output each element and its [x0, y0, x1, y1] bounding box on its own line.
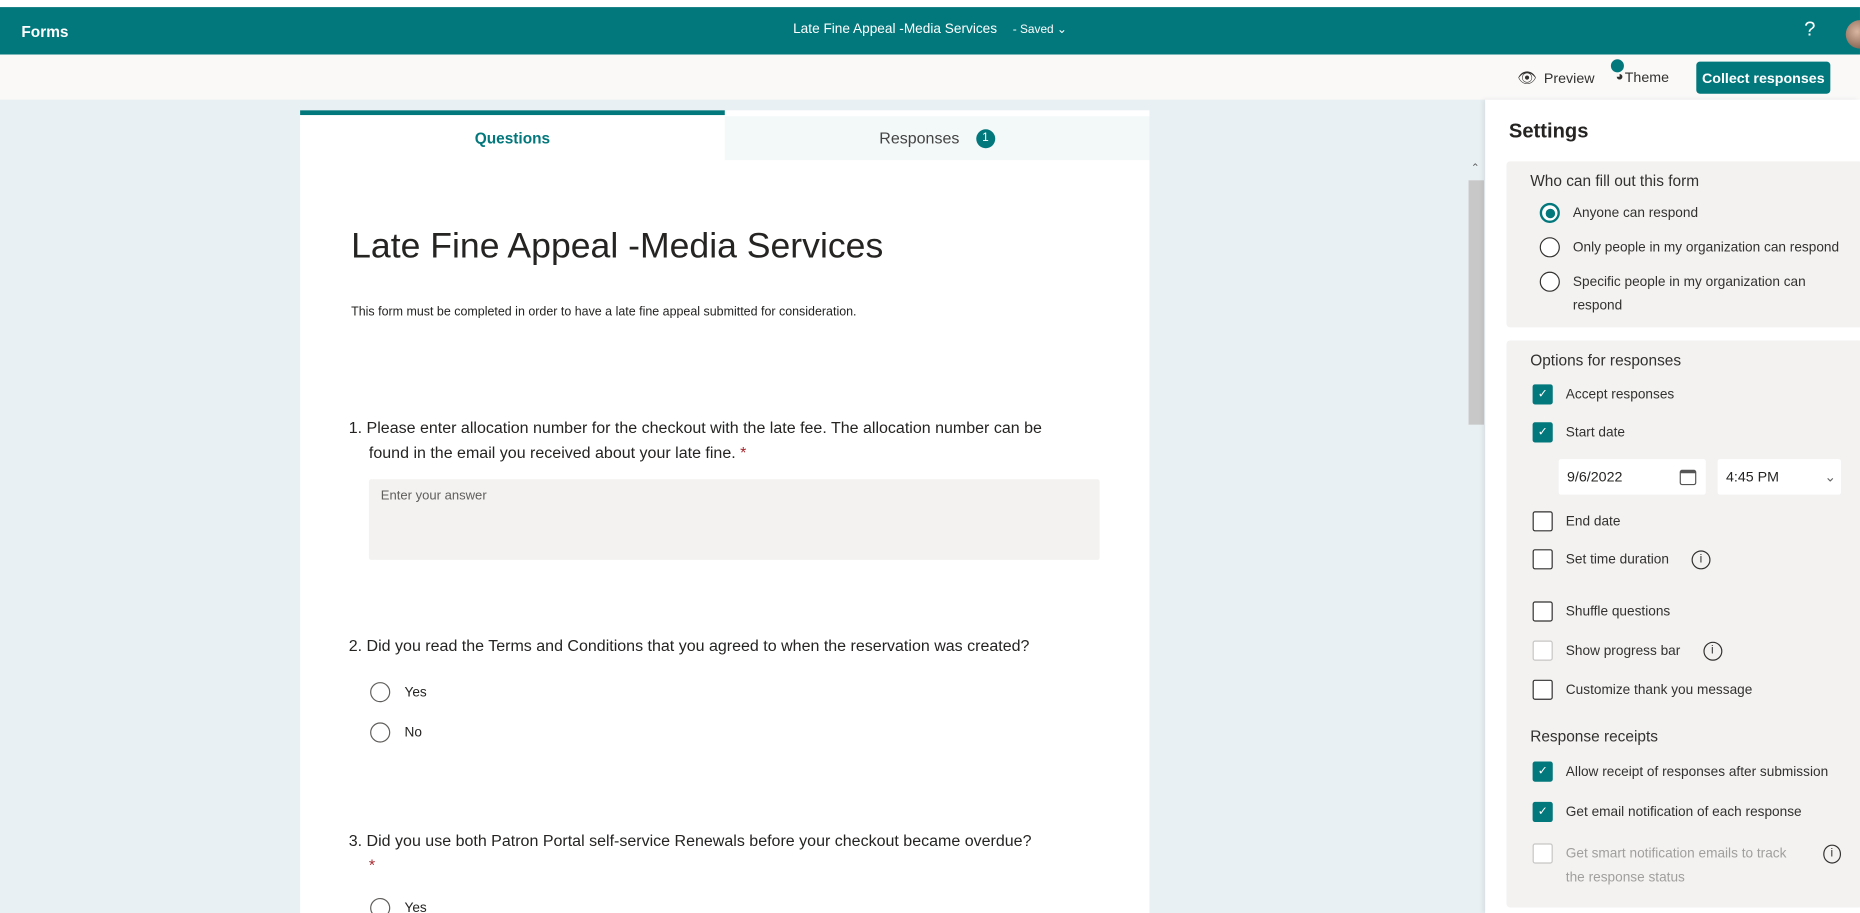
- end-date-option[interactable]: End date: [1532, 510, 1621, 534]
- email-notification-option[interactable]: ✓ Get email notification of each response: [1532, 801, 1802, 825]
- scrollbar-thumb[interactable]: [1468, 180, 1484, 425]
- start-date-input[interactable]: 9/6/2022: [1558, 459, 1706, 495]
- theme-button[interactable]: ◕ Theme: [1610, 59, 1670, 86]
- option-label: Show progress bar: [1565, 644, 1681, 659]
- checkbox[interactable]: [1532, 679, 1553, 700]
- responses-count-badge: 1: [975, 128, 995, 148]
- option-label: Set time duration: [1565, 552, 1669, 568]
- option-label: Get smart notification emails to track t…: [1565, 846, 1787, 885]
- start-time-dropdown[interactable]: 4:45 PM ⌄: [1717, 459, 1842, 495]
- collect-responses-button[interactable]: Collect responses: [1696, 61, 1831, 94]
- start-date-option[interactable]: ✓ Start date: [1532, 421, 1625, 445]
- top-strip: [0, 0, 1860, 8]
- option-label: No: [404, 725, 422, 740]
- option-yes[interactable]: Yes: [370, 897, 427, 913]
- option-anyone[interactable]: Anyone can respond: [1539, 202, 1699, 226]
- save-status-text: Saved: [1020, 23, 1054, 37]
- checkbox-checked[interactable]: ✓: [1532, 761, 1553, 782]
- checkbox-checked[interactable]: ✓: [1532, 801, 1553, 823]
- tab-questions[interactable]: Questions: [300, 110, 725, 161]
- question-1: 1. Please enter allocation number for th…: [349, 415, 1084, 465]
- chevron-down-icon: ⌄: [1824, 468, 1837, 486]
- option-label: Accept responses: [1565, 387, 1675, 403]
- settings-title: Settings: [1508, 119, 1589, 143]
- option-label: Specific people in my organization can r…: [1572, 275, 1806, 314]
- options-for-responses-section: Options for responses ✓ Accept responses …: [1506, 340, 1860, 908]
- info-icon[interactable]: i: [1702, 641, 1722, 661]
- checkbox-checked[interactable]: ✓: [1532, 384, 1553, 405]
- start-time-value: 4:45 PM: [1725, 468, 1779, 486]
- form-description[interactable]: This form must be completed in order to …: [351, 305, 856, 319]
- form-card: Questions Responses 1 Late Fine Appeal -…: [300, 110, 1150, 913]
- question-1-text: 1. Please enter allocation number for th…: [348, 418, 1042, 462]
- question-3: 3. Did you use both Patron Portal self-s…: [349, 828, 1084, 878]
- start-date-value: 9/6/2022: [1566, 468, 1623, 486]
- option-label: Shuffle questions: [1565, 604, 1671, 620]
- help-icon[interactable]: ?: [1804, 18, 1815, 42]
- radio-button[interactable]: [370, 682, 391, 703]
- info-icon[interactable]: i: [1691, 550, 1711, 570]
- option-label: Yes: [404, 900, 427, 913]
- tab-responses-label: Responses: [879, 129, 960, 148]
- option-no[interactable]: No: [370, 722, 422, 743]
- required-marker: *: [368, 856, 376, 875]
- checkbox[interactable]: [1532, 511, 1553, 532]
- answer-input-1[interactable]: Enter your answer: [368, 479, 1100, 560]
- who-can-fill-section: Who can fill out this form Anyone can re…: [1506, 161, 1860, 328]
- option-label: Customize thank you message: [1565, 683, 1753, 698]
- time-duration-option[interactable]: Set time duration i: [1532, 548, 1711, 572]
- scroll-up-icon[interactable]: ⌃: [1471, 161, 1480, 174]
- palette-icon: ◕: [1610, 59, 1624, 84]
- scrollbar[interactable]: ⌃: [1468, 161, 1484, 913]
- option-label: Get email notification of each response: [1565, 805, 1802, 820]
- preview-label: Preview: [1543, 69, 1595, 87]
- option-label: Only people in my organization can respo…: [1572, 240, 1840, 256]
- option-yes[interactable]: Yes: [370, 682, 427, 703]
- option-label: Yes: [404, 685, 427, 700]
- required-marker: *: [740, 443, 747, 462]
- checkbox-disabled: [1532, 843, 1553, 864]
- document-title[interactable]: Late Fine Appeal -Media Services - Saved…: [0, 23, 1860, 37]
- radio-button[interactable]: [1539, 237, 1560, 258]
- option-label: End date: [1565, 514, 1621, 530]
- smart-notification-option: Get smart notification emails to track t…: [1532, 842, 1842, 889]
- accept-responses-option[interactable]: ✓ Accept responses: [1532, 383, 1675, 407]
- checkbox[interactable]: [1532, 640, 1553, 661]
- option-label: Anyone can respond: [1572, 206, 1699, 221]
- option-label: Start date: [1565, 425, 1625, 441]
- radio-button[interactable]: [1539, 271, 1560, 292]
- settings-panel: Settings Who can fill out this form Anyo…: [1485, 99, 1860, 913]
- option-organization[interactable]: Only people in my organization can respo…: [1539, 236, 1840, 260]
- toolbar: 👁︎ Preview ◕ Theme Collect responses: [0, 54, 1860, 100]
- save-status: - Saved ⌄: [1012, 23, 1067, 37]
- thank-you-message-option[interactable]: Customize thank you message: [1532, 679, 1753, 703]
- info-icon[interactable]: i: [1822, 844, 1842, 864]
- checkbox-checked[interactable]: ✓: [1532, 422, 1553, 443]
- option-specific-people[interactable]: Specific people in my organization can r…: [1539, 270, 1837, 317]
- progress-bar-option[interactable]: Show progress bar i: [1532, 639, 1722, 663]
- radio-button[interactable]: [370, 897, 391, 913]
- section-heading: Who can fill out this form: [1530, 172, 1700, 190]
- question-2: 2. Did you read the Terms and Conditions…: [348, 637, 1030, 655]
- theme-label: Theme: [1624, 68, 1670, 86]
- app-header: Forms Late Fine Appeal -Media Services -…: [0, 7, 1860, 55]
- option-label: Allow receipt of responses after submiss…: [1565, 765, 1829, 780]
- checkbox[interactable]: [1532, 601, 1553, 622]
- section-heading: Response receipts: [1530, 727, 1658, 745]
- eye-icon: 👁︎: [1517, 68, 1537, 87]
- radio-selected[interactable]: [1539, 202, 1560, 224]
- section-heading: Options for responses: [1530, 351, 1682, 369]
- calendar-icon[interactable]: [1679, 469, 1697, 485]
- allow-receipt-option[interactable]: ✓ Allow receipt of responses after submis…: [1532, 760, 1829, 784]
- tab-responses[interactable]: Responses 1: [724, 116, 1150, 161]
- form-title[interactable]: Late Fine Appeal -Media Services: [351, 227, 883, 267]
- preview-button[interactable]: 👁︎ Preview: [1517, 69, 1594, 88]
- checkbox[interactable]: [1532, 549, 1553, 570]
- shuffle-questions-option[interactable]: Shuffle questions: [1532, 600, 1671, 624]
- document-title-text: Late Fine Appeal -Media Services: [793, 22, 998, 37]
- question-3-text: 3. Did you use both Patron Portal self-s…: [348, 831, 1032, 850]
- radio-button[interactable]: [370, 722, 391, 743]
